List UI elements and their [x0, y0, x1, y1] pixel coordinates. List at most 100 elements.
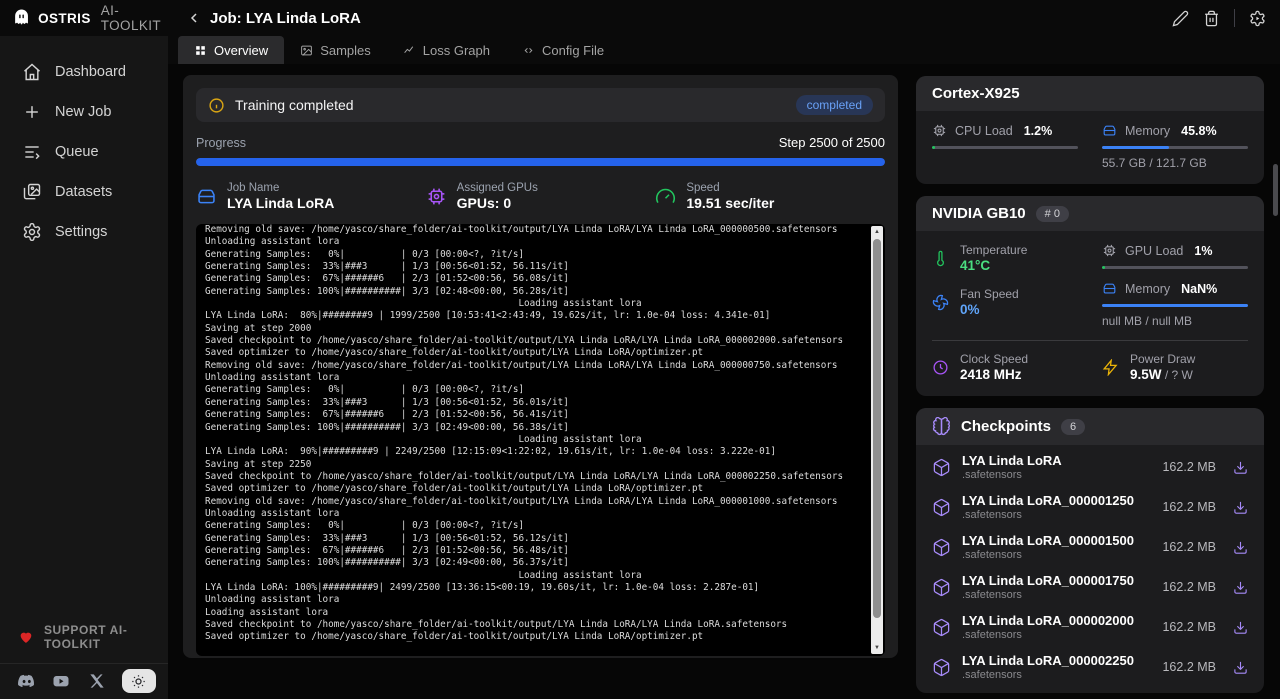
scroll-up-arrow[interactable]: ▲: [871, 226, 883, 238]
training-log-console[interactable]: Removing old save: /home/yasco/share_fol…: [196, 224, 885, 656]
delete-trash-icon[interactable]: [1203, 10, 1220, 27]
checkpoint-row[interactable]: LYA Linda LoRA_000002250 .safetensors 16…: [916, 647, 1264, 687]
stat-assigned-gpus: Assigned GPUsGPUs: 0: [426, 182, 656, 211]
sidebar-item-queue[interactable]: Queue: [0, 132, 168, 172]
download-icon[interactable]: [1233, 580, 1248, 595]
log-line: LYA Linda LoRA: 90%|#########9 | 2249/25…: [205, 446, 863, 458]
gpu-chip-icon: [426, 186, 447, 207]
tab-config-file[interactable]: Config File: [506, 36, 620, 64]
checkpoint-box-icon: [932, 458, 951, 477]
sidebar-item-label: Queue: [55, 144, 99, 160]
grid-icon: [194, 44, 207, 57]
sidebar-item-datasets[interactable]: Datasets: [0, 172, 168, 212]
stat-label: Assigned GPUs: [457, 182, 538, 194]
checkpoints-list: LYA Linda LoRA .safetensors 162.2 MB LYA…: [916, 445, 1264, 693]
x-twitter-icon[interactable]: [87, 671, 107, 691]
gpu-title: NVIDIA GB10: [932, 205, 1026, 222]
checkpoint-size: 162.2 MB: [1162, 660, 1216, 674]
job-settings-gear-icon[interactable]: [1249, 10, 1266, 27]
status-badge: completed: [796, 95, 873, 115]
checkpoint-row[interactable]: LYA Linda LoRA_000001250 .safetensors 16…: [916, 487, 1264, 527]
fan-value: 0%: [960, 302, 1019, 317]
cpu-load-value: 1.2%: [1024, 124, 1053, 138]
download-icon[interactable]: [1233, 660, 1248, 675]
thermometer-icon: [932, 250, 949, 267]
cpu-load-meter: CPU Load 1.2%: [932, 123, 1078, 170]
stat-value: GPUs: 0: [457, 195, 538, 211]
sidebar-item-settings[interactable]: Settings: [0, 212, 168, 252]
stat-value: 19.51 sec/iter: [686, 195, 774, 211]
checkpoint-row[interactable]: LYA Linda LoRA_000002000 .safetensors 16…: [916, 607, 1264, 647]
youtube-icon[interactable]: [51, 671, 71, 691]
log-line: Saved optimizer to /home/yasco/share_fol…: [205, 483, 863, 495]
tab-label: Config File: [542, 43, 604, 58]
gpu-card-header: NVIDIA GB10 # 0: [916, 196, 1264, 231]
sidebar-item-dashboard[interactable]: Dashboard: [0, 52, 168, 92]
log-line: Generating Samples: 33%|###3 | 1/3 [00:5…: [205, 261, 863, 273]
sidebar-item-label: Settings: [55, 224, 107, 240]
stat-label: Job Name: [227, 182, 334, 194]
stats-row: Job NameLYA Linda LoRA Assigned GPUsGPUs…: [196, 182, 885, 211]
support-label: SUPPORT AI-TOOLKIT: [44, 623, 168, 651]
stat-job-name: Job NameLYA Linda LoRA: [196, 182, 426, 211]
checkpoint-name: LYA Linda LoRA_000001750: [962, 573, 1134, 588]
download-icon[interactable]: [1233, 620, 1248, 635]
tab-label: Samples: [320, 43, 371, 58]
checkpoint-row[interactable]: LYA Linda LoRA .safetensors 162.2 MB: [916, 447, 1264, 487]
checkpoint-row[interactable]: LYA Linda LoRA_000001500 .safetensors 16…: [916, 527, 1264, 567]
log-lines: Removing old save: /home/yasco/share_fol…: [205, 224, 863, 644]
log-line: Loading assistant lora: [205, 570, 863, 582]
stat-value: LYA Linda LoRA: [227, 195, 334, 211]
log-line: Generating Samples: 67%|######6 | 2/3 [0…: [205, 545, 863, 557]
window-scrollbar-thumb[interactable]: [1273, 164, 1278, 216]
clock-label: Clock Speed: [960, 352, 1028, 366]
log-line: Saving at step 2250: [205, 459, 863, 471]
console-scrollbar-thumb[interactable]: [873, 239, 881, 618]
checkpoint-extension: .safetensors: [962, 629, 1134, 641]
console-scrollbar[interactable]: ▲ ▼: [871, 226, 883, 654]
log-line: LYA Linda LoRA: 100%|#########9| 2499/25…: [205, 582, 863, 594]
tab-loss-graph[interactable]: Loss Graph: [387, 36, 506, 64]
log-line: Generating Samples: 100%|##########| 3/3…: [205, 557, 863, 569]
checkpoint-extension: .safetensors: [962, 589, 1134, 601]
scroll-down-arrow[interactable]: ▼: [871, 642, 883, 654]
temperature-label: Temperature: [960, 243, 1027, 257]
log-line: Unloading assistant lora: [205, 594, 863, 606]
gpu-memory-bar: [1102, 304, 1248, 307]
cpu-memory-meter: Memory 45.8% 55.7 GB / 121.7 GB: [1102, 123, 1248, 170]
checkpoint-size: 162.2 MB: [1162, 460, 1216, 474]
main-content: Training completed completed Progress St…: [168, 64, 1280, 699]
cpu-memory-value: 45.8%: [1181, 124, 1216, 138]
download-icon[interactable]: [1233, 460, 1248, 475]
back-chevron-icon[interactable]: [186, 10, 202, 26]
checkpoint-name: LYA Linda LoRA_000001250: [962, 493, 1134, 508]
discord-icon[interactable]: [16, 671, 36, 691]
brand-primary: OSTRIS: [38, 11, 91, 26]
social-row: [0, 663, 168, 699]
tab-overview[interactable]: Overview: [178, 36, 284, 64]
theme-toggle[interactable]: [122, 669, 156, 693]
gpu-load-label: GPU Load: [1125, 244, 1183, 258]
support-ai-toolkit-link[interactable]: SUPPORT AI-TOOLKIT: [0, 613, 168, 663]
download-icon[interactable]: [1233, 540, 1248, 555]
page-title: Job: LYA Linda LoRA: [210, 10, 361, 27]
log-line: Loading assistant lora: [205, 434, 863, 446]
gear-icon: [22, 222, 42, 242]
sidebar-item-new-job[interactable]: New Job: [0, 92, 168, 132]
cpu-memory-label: Memory: [1125, 124, 1170, 138]
log-line: Saved checkpoint to /home/yasco/share_fo…: [205, 335, 863, 347]
cpu-card-header: Cortex-X925: [916, 76, 1264, 111]
download-icon[interactable]: [1233, 500, 1248, 515]
log-line: Loading assistant lora: [205, 298, 863, 310]
tab-samples[interactable]: Samples: [284, 36, 387, 64]
app-window: OSTRISAI-TOOLKIT Job: LYA Linda LoRA Das…: [0, 0, 1280, 699]
gpu-load-chip-icon: [1102, 243, 1117, 258]
log-line: Generating Samples: 0%| | 0/3 [00:00<?, …: [205, 520, 863, 532]
gauge-icon: [655, 186, 676, 207]
fan-label: Fan Speed: [960, 287, 1019, 301]
edit-icon[interactable]: [1172, 10, 1189, 27]
brand-logo[interactable]: OSTRISAI-TOOLKIT: [0, 3, 168, 33]
overview-panel: Training completed completed Progress St…: [183, 75, 898, 658]
log-line: Unloading assistant lora: [205, 372, 863, 384]
checkpoint-row[interactable]: LYA Linda LoRA_000001750 .safetensors 16…: [916, 567, 1264, 607]
